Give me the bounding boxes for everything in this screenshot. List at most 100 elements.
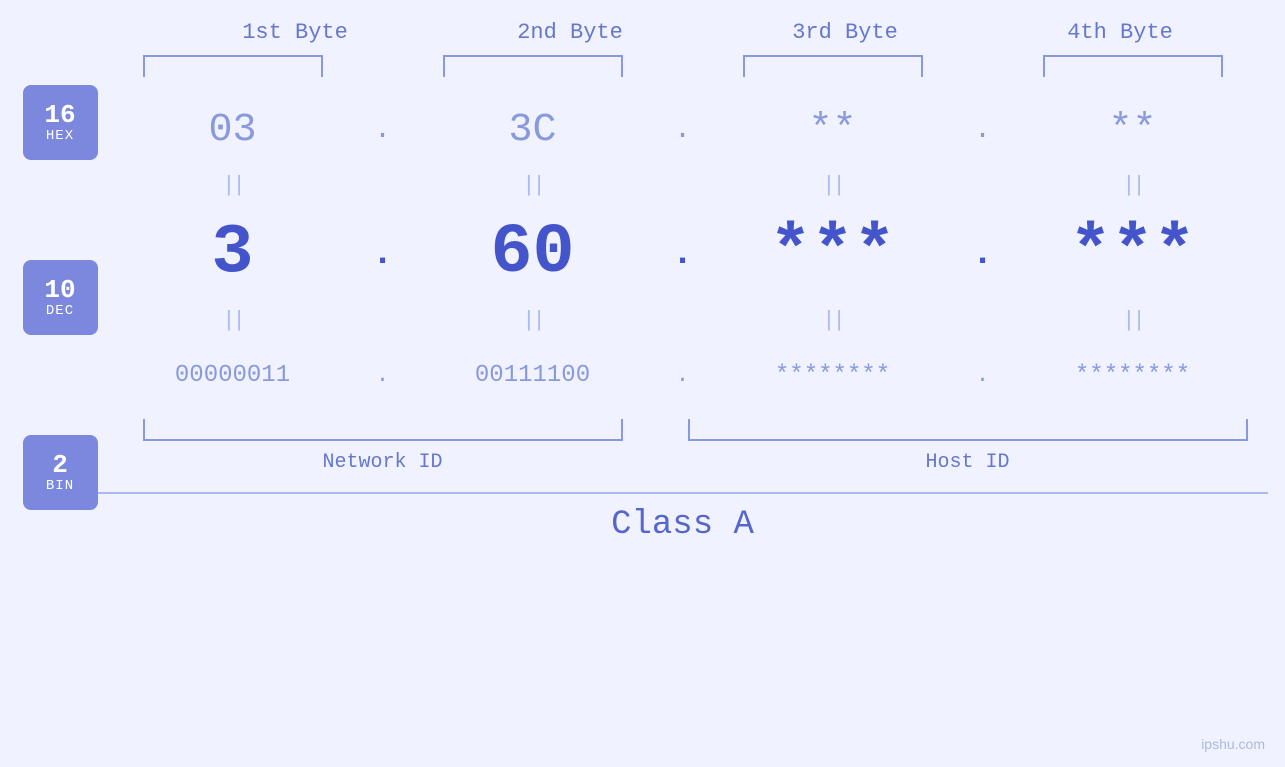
equals-1-4: || (1122, 173, 1142, 198)
bin-dot-2: . (668, 363, 698, 388)
hex-val-4: ** (998, 108, 1268, 153)
dec-dot-3: . (968, 233, 998, 274)
equals-2-3: || (822, 308, 842, 333)
class-bracket-line (98, 492, 1268, 494)
network-id-bracket (143, 419, 623, 441)
hex-dot-2: . (668, 115, 698, 146)
dec-value-row: 3 . 60 . *** . *** (98, 203, 1268, 303)
bin-value-1: 00000011 (175, 362, 290, 389)
equals-1-2: || (522, 173, 542, 198)
eq1-cell-2: || (398, 168, 668, 203)
equals-2-2: || (522, 308, 542, 333)
top-bracket-1 (143, 55, 323, 77)
bin-separator-3: . (976, 363, 989, 388)
equals-row-2: || || || || (98, 303, 1268, 338)
bin-val-2: 00111100 (398, 362, 668, 389)
dec-badge: 10 DEC (23, 260, 98, 335)
dec-separator-2: . (672, 233, 694, 274)
class-section: Class A (98, 492, 1268, 544)
hex-value-4: ** (1108, 108, 1156, 153)
bottom-brackets-row (98, 419, 1268, 447)
bin-separator-1: . (376, 363, 389, 388)
eq2-cell-2: || (398, 303, 668, 338)
equals-2-1: || (222, 308, 242, 333)
byte-label-4: 4th Byte (1020, 20, 1220, 45)
top-brackets-row (98, 55, 1268, 85)
dec-dot-2: . (668, 233, 698, 274)
bin-val-4: ******** (998, 362, 1268, 389)
hex-value-3: ** (808, 108, 856, 153)
id-labels-row: Network ID Host ID (98, 451, 1268, 474)
dec-val-4: *** (998, 214, 1268, 293)
bin-value-row: 00000011 . 00111100 . ******** . (98, 338, 1268, 413)
hex-dot-1: . (368, 115, 398, 146)
hex-separator-2: . (674, 115, 691, 146)
top-bracket-cell-4 (998, 55, 1268, 85)
host-bracket-container (668, 419, 1268, 447)
top-bracket-cell-2 (398, 55, 668, 85)
eq1-cell-1: || (98, 168, 368, 203)
dec-value-1: 3 (211, 214, 253, 293)
network-id-label: Network ID (98, 451, 668, 474)
dec-val-3: *** (698, 214, 968, 293)
equals-row-1: || || || || (98, 168, 1268, 203)
host-id-bracket (688, 419, 1248, 441)
content-area: 16 HEX 10 DEC 2 BIN (23, 55, 1263, 544)
hex-val-1: 03 (98, 108, 368, 153)
hex-dot-3: . (968, 115, 998, 146)
top-bracket-cell-1 (98, 55, 368, 85)
top-bracket-2 (443, 55, 623, 77)
host-id-label: Host ID (668, 451, 1268, 474)
hex-value-row: 03 . 3C . ** . ** (98, 93, 1268, 168)
dec-badge-label: DEC (46, 303, 74, 319)
hex-badge-label: HEX (46, 128, 74, 144)
bin-value-2: 00111100 (475, 362, 590, 389)
data-grid: 03 . 3C . ** . ** (98, 55, 1268, 544)
dec-val-2: 60 (398, 214, 668, 293)
eq2-cell-3: || (698, 303, 968, 338)
bin-badge-number: 2 (52, 452, 68, 478)
hex-separator-1: . (374, 115, 391, 146)
badges-column: 16 HEX 10 DEC 2 BIN (23, 55, 98, 510)
hex-badge: 16 HEX (23, 85, 98, 160)
eq1-cell-4: || (998, 168, 1268, 203)
hex-val-3: ** (698, 108, 968, 153)
dec-badge-number: 10 (44, 277, 75, 303)
hex-val-2: 3C (398, 108, 668, 153)
equals-2-4: || (1122, 308, 1142, 333)
byte-label-3: 3rd Byte (745, 20, 945, 45)
dec-separator-3: . (972, 233, 994, 274)
bin-value-4: ******** (1075, 362, 1190, 389)
equals-1-3: || (822, 173, 842, 198)
main-container: 1st Byte 2nd Byte 3rd Byte 4th Byte 16 H… (0, 0, 1285, 767)
top-bracket-3 (743, 55, 923, 77)
dec-dot-1: . (368, 233, 398, 274)
hex-value-2: 3C (508, 108, 556, 153)
bracket-spacer-3 (968, 55, 998, 85)
byte-label-2: 2nd Byte (470, 20, 670, 45)
dec-separator-1: . (372, 233, 394, 274)
bin-dot-3: . (968, 363, 998, 388)
bin-value-3: ******** (775, 362, 890, 389)
byte-label-1: 1st Byte (195, 20, 395, 45)
hex-separator-3: . (974, 115, 991, 146)
class-label: Class A (98, 506, 1268, 544)
bracket-spacer-2 (668, 55, 698, 85)
top-bracket-cell-3 (698, 55, 968, 85)
byte-headers-row: 1st Byte 2nd Byte 3rd Byte 4th Byte (158, 20, 1258, 45)
eq2-cell-1: || (98, 303, 368, 338)
bin-badge-label: BIN (46, 478, 74, 494)
eq1-cell-3: || (698, 168, 968, 203)
network-bracket-container (98, 419, 668, 447)
bin-dot-1: . (368, 363, 398, 388)
dec-val-1: 3 (98, 214, 368, 293)
bin-badge: 2 BIN (23, 435, 98, 510)
hex-badge-number: 16 (44, 102, 75, 128)
dec-value-3: *** (769, 214, 895, 293)
dec-value-4: *** (1069, 214, 1195, 293)
hex-value-1: 03 (208, 108, 256, 153)
bin-val-1: 00000011 (98, 362, 368, 389)
dec-value-2: 60 (490, 214, 574, 293)
eq2-cell-4: || (998, 303, 1268, 338)
bin-separator-2: . (676, 363, 689, 388)
